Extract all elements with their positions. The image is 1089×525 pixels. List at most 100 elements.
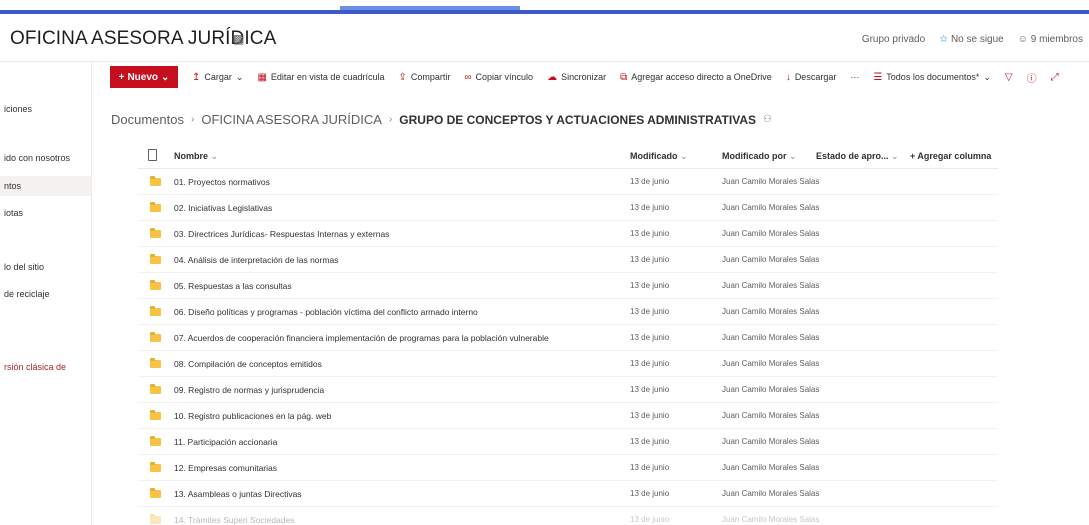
left-navigation: iciones ido con nosotros ntos iotas lo d… xyxy=(0,62,92,525)
follow-label: No se sigue xyxy=(950,34,1004,45)
folder-name[interactable]: 05. Respuestas a las consultas xyxy=(174,281,292,291)
breadcrumb-middle[interactable]: OFICINA ASESORA JURÍDICA xyxy=(201,112,382,127)
more-button[interactable]: ··· xyxy=(850,72,859,82)
filter-icon: ▽ xyxy=(1004,71,1013,83)
folder-icon xyxy=(150,358,161,368)
expand-icon: ⤢ xyxy=(1050,71,1059,83)
onedrive-shortcut-button[interactable]: ⧉ Agregar acceso directo a OneDrive xyxy=(620,72,772,83)
table-row[interactable]: 05. Respuestas a las consultas 13 de juni… xyxy=(138,273,998,299)
grid-edit-button[interactable]: ▦ Editar en vista de cuadrícula xyxy=(257,72,384,83)
table-row[interactable]: 01. Proyectos normativos 13 de junio Juan … xyxy=(138,169,998,195)
chevron-down-icon: ⌄ xyxy=(210,151,219,161)
modified-by: Juan Camilo Morales Salas xyxy=(722,229,820,238)
modified-by: Juan Camilo Morales Salas xyxy=(722,437,820,446)
table-row[interactable]: 04. Análisis de interpretación de las no… xyxy=(138,247,998,273)
shortcut-icon: ⧉ xyxy=(620,71,628,83)
folder-name[interactable]: 03. Directrices Jurídicas- Respuestas In… xyxy=(174,229,389,239)
file-type-icon[interactable] xyxy=(148,149,157,161)
folder-name[interactable]: 07. Acuerdos de cooperación financiera i… xyxy=(174,333,549,343)
folder-name[interactable]: 02. Iniciativas Legislativas xyxy=(174,203,272,213)
share-label: Compartir xyxy=(410,72,451,82)
folder-name[interactable]: 11. Participación accionaria xyxy=(174,437,277,447)
table-row[interactable]: 12. Empresas comunitarias 13 de junio Juan… xyxy=(138,455,998,481)
table-row[interactable]: 08. Compilación de conceptos emitidos 13 … xyxy=(138,351,998,377)
folder-name[interactable]: 09. Registro de normas y jurisprudencia xyxy=(174,385,324,395)
sync-button[interactable]: ☁ Sincronizar xyxy=(547,72,606,83)
folder-name[interactable]: 06. Diseño políticas y programas - pobla… xyxy=(174,307,478,317)
folder-icon xyxy=(150,332,161,342)
nav-item-compartido[interactable]: ido con nosotros xyxy=(4,153,70,163)
nav-item-papelera[interactable]: de reciclaje xyxy=(4,289,50,299)
modified-date: 13 de junio xyxy=(630,203,670,212)
teams-icon[interactable]: ▩ xyxy=(233,32,244,46)
modified-date: 13 de junio xyxy=(630,333,670,342)
modified-date: 13 de junio xyxy=(630,281,670,290)
copy-link-button[interactable]: ∞ Copiar vínculo xyxy=(464,72,533,83)
folder-icon xyxy=(150,254,161,264)
table-row[interactable]: 11. Participación accionaria 13 de junio J… xyxy=(138,429,998,455)
column-header-modified[interactable]: Modificado ⌄ xyxy=(630,151,688,162)
command-bar: + Nuevo ⌄ ↥ Cargar ⌄ ▦ Editar en vista de cua… xyxy=(92,62,1089,92)
modified-by: Juan Camilo Morales Salas xyxy=(722,255,820,264)
view-selector[interactable]: ☰ Todos los documentos* ⌄ xyxy=(873,72,991,83)
upload-button[interactable]: ↥ Cargar ⌄ xyxy=(192,72,243,83)
column-header-modified-by[interactable]: Modificado por ⌄ xyxy=(722,151,797,162)
share-button[interactable]: ⇪ Compartir xyxy=(398,72,450,83)
info-button[interactable]: ⓘ xyxy=(1027,70,1037,85)
folder-icon xyxy=(150,514,161,524)
folder-name[interactable]: 10. Registro publicaciones en la pág. we… xyxy=(174,411,331,421)
table-row[interactable]: 06. Diseño políticas y programas - pobla… xyxy=(138,299,998,325)
column-header-name[interactable]: Nombre ⌄ xyxy=(174,151,218,162)
expand-button[interactable]: ⤢ xyxy=(1051,72,1059,83)
table-row[interactable]: 07. Acuerdos de cooperación financiera i… xyxy=(138,325,998,351)
modified-by: Juan Camilo Morales Salas xyxy=(722,385,820,394)
chevron-down-icon: ⌄ xyxy=(680,151,688,161)
folder-icon xyxy=(150,176,161,186)
breadcrumb-root[interactable]: Documentos xyxy=(111,112,184,127)
table-row[interactable]: 10. Registro publicaciones en la pág. we… xyxy=(138,403,998,429)
modified-date: 13 de junio xyxy=(630,437,670,446)
folder-name[interactable]: 08. Compilación de conceptos emitidos xyxy=(174,359,322,369)
table-row[interactable]: 14. Trámites Superi Sociedades 13 de juni… xyxy=(138,507,998,525)
nav-item-conversaciones[interactable]: iciones xyxy=(4,104,32,114)
chevron-right-icon: › xyxy=(388,114,393,125)
add-column-button[interactable]: + Agregar columna xyxy=(910,151,991,161)
modified-by: Juan Camilo Morales Salas xyxy=(722,203,820,212)
download-button[interactable]: ↓ Descargar xyxy=(786,72,837,83)
table-row[interactable]: 09. Registro de normas y jurisprudencia 1… xyxy=(138,377,998,403)
upload-icon: ↥ xyxy=(192,71,201,83)
info-icon: ⓘ xyxy=(1026,73,1037,85)
sync-label: Sincronizar xyxy=(561,72,607,82)
members-button[interactable]: ☺ 9 miembros xyxy=(1018,34,1083,45)
modified-date: 13 de junio xyxy=(630,229,670,238)
sync-icon: ☁ xyxy=(547,71,558,83)
modified-by: Juan Camilo Morales Salas xyxy=(722,411,820,420)
filter-button[interactable]: ▽ xyxy=(1005,72,1013,83)
modified-date: 13 de junio xyxy=(630,307,670,316)
nav-item-version-clasica[interactable]: rsión clásica de xyxy=(4,362,66,372)
documents-table: Nombre ⌄ Modificado ⌄ Modificado por ⌄ E… xyxy=(138,143,998,525)
folder-name[interactable]: 12. Empresas comunitarias xyxy=(174,463,277,473)
nav-item-documentos[interactable]: ntos xyxy=(0,176,91,196)
site-header: OFICINA ASESORA JURÍDICA ▩ Grupo privado… xyxy=(0,14,1089,62)
folder-name[interactable]: 13. Asambleas o juntas Directivas xyxy=(174,489,302,499)
follow-button[interactable]: ☆ No se sigue xyxy=(939,34,1004,45)
table-row[interactable]: 02. Iniciativas Legislativas 13 de junio J… xyxy=(138,195,998,221)
modified-date: 13 de junio xyxy=(630,411,670,420)
chevron-down-icon: ⌄ xyxy=(161,71,170,83)
new-button[interactable]: + Nuevo ⌄ xyxy=(110,66,178,88)
folder-name[interactable]: 04. Análisis de interpretación de las no… xyxy=(174,255,338,265)
column-header-approval[interactable]: Estado de apro... ⌄ xyxy=(816,151,899,162)
folder-name[interactable]: 14. Trámites Superi Sociedades xyxy=(174,515,294,525)
folder-icon xyxy=(150,436,161,446)
nav-item-notas[interactable]: iotas xyxy=(4,208,23,218)
column-header-approval-label: Estado de apro... xyxy=(816,151,889,161)
modified-date: 13 de junio xyxy=(630,515,670,524)
modified-date: 13 de junio xyxy=(630,385,670,394)
folder-name[interactable]: 01. Proyectos normativos xyxy=(174,177,270,187)
nav-item-contenido-sitio[interactable]: lo del sitio xyxy=(4,262,44,272)
table-row[interactable]: 03. Directrices Jurídicas- Respuestas In… xyxy=(138,221,998,247)
table-row[interactable]: 13. Asambleas o juntas Directivas 13 de j… xyxy=(138,481,998,507)
modified-date: 13 de junio xyxy=(630,359,670,368)
folder-icon xyxy=(150,202,161,212)
